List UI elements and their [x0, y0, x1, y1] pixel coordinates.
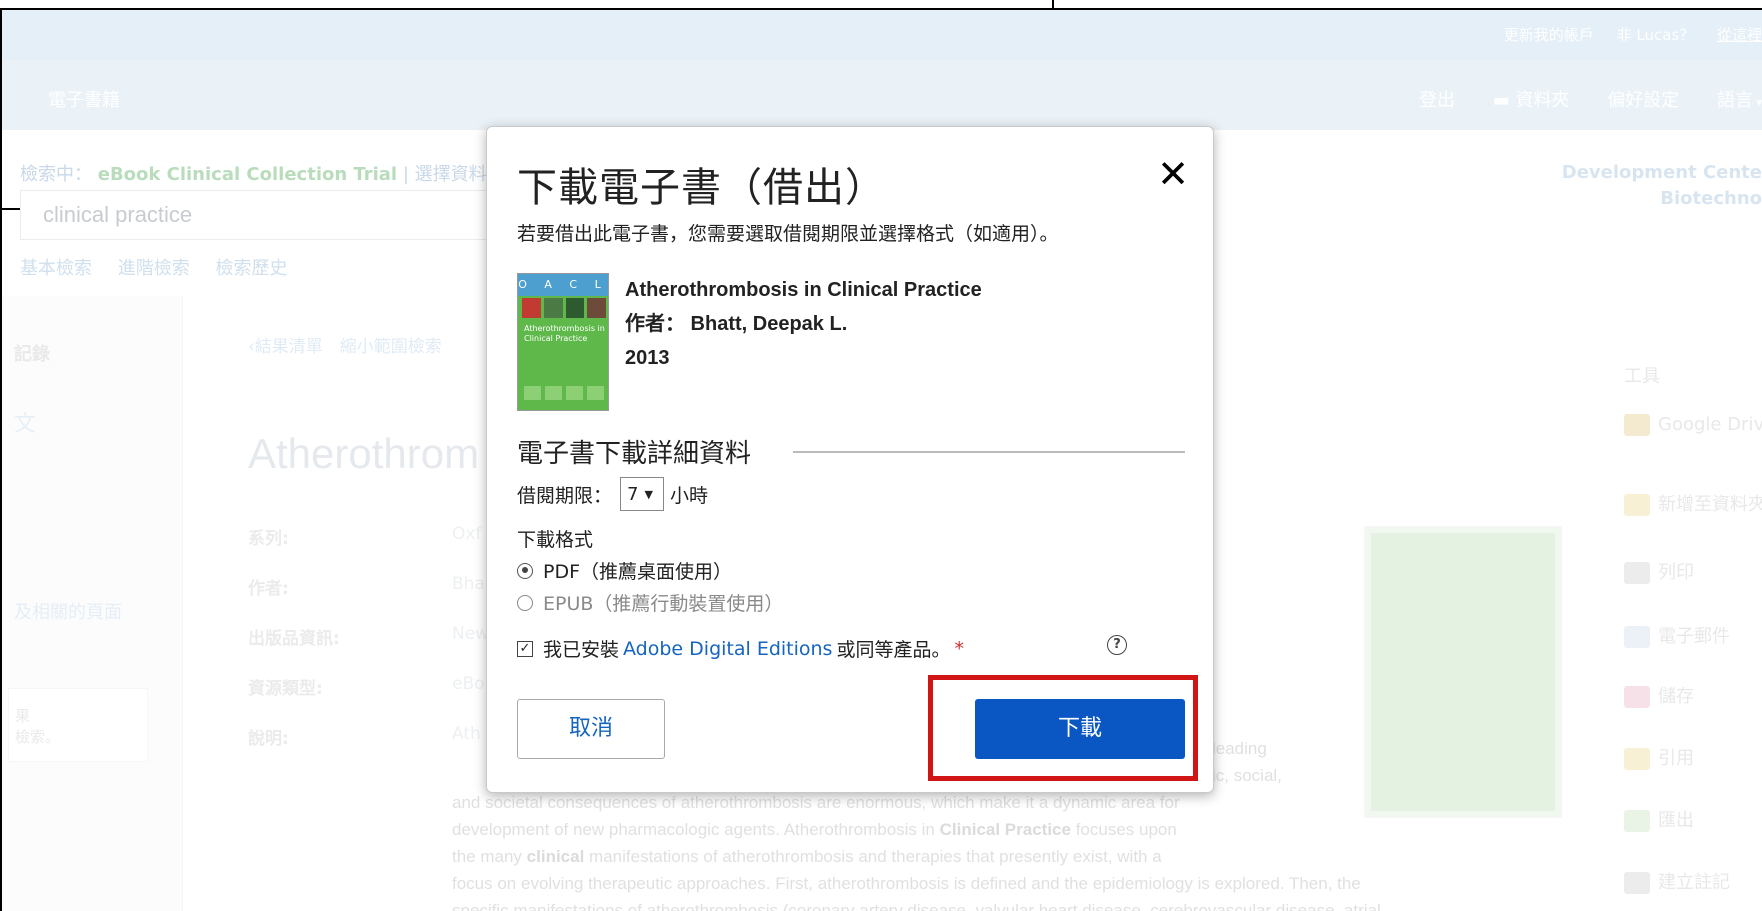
- agree-prefix: 我已安裝: [543, 639, 620, 661]
- book-title: Atherothrombosis in Clinical Practice: [625, 279, 982, 301]
- book-cover-thumbnail: O A C L Atherothrombosis in Clinical Pra…: [517, 273, 609, 411]
- cover-pictures: [522, 298, 606, 318]
- dialog-title: 下載電子書（借出）: [517, 165, 886, 211]
- format-pdf-radio[interactable]: PDF（推薦桌面使用）: [517, 557, 732, 584]
- cancel-button[interactable]: 取消: [517, 699, 665, 759]
- chevron-down-icon: ▼: [644, 487, 653, 501]
- help-icon[interactable]: ?: [1107, 635, 1127, 655]
- format-label: 下載格式: [517, 529, 594, 551]
- loan-period-select[interactable]: 7 ▼: [620, 477, 665, 511]
- cover-series-band: O A C L: [518, 274, 608, 296]
- cover-squares: [524, 386, 604, 400]
- download-highlight-box: [928, 675, 1198, 781]
- dialog-subtitle: 若要借出此電子書，您需要選取借閱期限並選擇格式（如適用）。: [517, 223, 1059, 245]
- agree-suffix: 或同等產品。: [836, 639, 951, 661]
- format-pdf-label: PDF（推薦桌面使用）: [543, 561, 733, 583]
- edge-line: [0, 208, 20, 210]
- loan-period-label: 借閱期限：: [517, 484, 613, 507]
- radio-empty-icon: [517, 594, 533, 611]
- loan-period-value: 7: [627, 483, 639, 505]
- loan-period-unit: 小時: [670, 484, 709, 507]
- cover-title: Atherothrombosis in Clinical Practice: [524, 324, 605, 343]
- radio-selected-icon: [517, 562, 533, 579]
- loan-period-row: 借閱期限： 7 ▼ 小時: [517, 477, 708, 511]
- adobe-digital-editions-link[interactable]: Adobe Digital Editions: [623, 638, 832, 660]
- book-author: 作者： Bhatt, Deepak L.: [625, 313, 848, 335]
- required-marker: *: [954, 637, 964, 660]
- section-heading: 電子書下載詳細資料: [517, 439, 752, 469]
- book-info: Atherothrombosis in Clinical Practice 作者…: [625, 273, 982, 375]
- checkbox-checked-icon: ✓: [517, 640, 533, 657]
- close-icon[interactable]: ✕: [1157, 155, 1189, 193]
- adobe-agreement-checkbox[interactable]: ✓ 我已安裝 Adobe Digital Editions 或同等產品。 *: [517, 635, 964, 662]
- section-divider: [793, 451, 1185, 453]
- format-epub-radio[interactable]: EPUB（推薦行動裝置使用）: [517, 589, 783, 616]
- format-epub-label: EPUB（推薦行動裝置使用）: [543, 593, 784, 615]
- book-year: 2013: [625, 347, 670, 369]
